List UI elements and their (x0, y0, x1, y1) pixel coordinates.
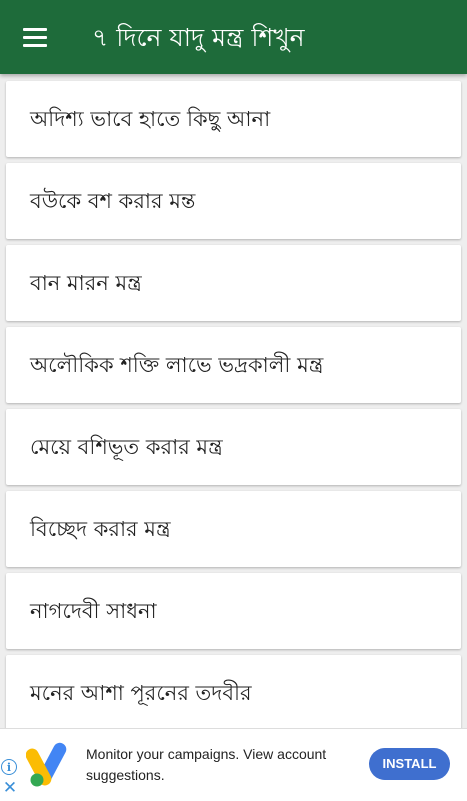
ad-close-icon[interactable]: ✕ (1, 779, 19, 797)
list-item-label: মেয়ে বশিভূত করার মন্ত্র (30, 435, 223, 459)
list-item[interactable]: বউকে বশ করার মন্ত (6, 163, 461, 239)
list-item-label: নাগদেবী সাধনা (30, 599, 157, 623)
list-item[interactable]: মেয়ে বশিভূত করার মন্ত্র (6, 409, 461, 485)
list-item-label: বউকে বশ করার মন্ত (30, 189, 196, 213)
topic-list[interactable]: অদিশ্য ভাবে হাতে কিছু আনা বউকে বশ করার ম… (0, 74, 467, 728)
menu-line (23, 36, 47, 39)
google-ads-logo-icon (26, 742, 67, 787)
ad-info-icon[interactable]: i (1, 759, 17, 775)
list-item-label: বান মারন মন্ত্র (30, 271, 142, 295)
menu-line (23, 28, 47, 31)
list-item-label: বিচ্ছেদ করার মন্ত্র (30, 517, 171, 541)
app-title: ৭ দিনে যাদু মন্ত্র শিখুন (92, 23, 305, 52)
list-item[interactable]: বিচ্ছেদ করার মন্ত্র (6, 491, 461, 567)
install-button[interactable]: INSTALL (369, 748, 450, 780)
hamburger-menu-icon[interactable] (20, 22, 52, 54)
ad-text: Monitor your campaigns. View account sug… (86, 746, 327, 783)
list-item[interactable]: নাগদেবী সাধনা (6, 573, 461, 649)
list-item[interactable]: বান মারন মন্ত্র (6, 245, 461, 321)
list-item[interactable]: মনের আশা পূরনের তদবীর (6, 655, 461, 728)
ad-banner[interactable]: i ✕ Monitor your campaigns. View account… (0, 728, 467, 801)
app-bar: ৭ দিনে যাদু মন্ত্র শিখুন (0, 0, 467, 74)
list-item-label: অলৌকিক শক্তি লাভে ভদ্রকালী মন্ত্র (30, 353, 324, 377)
list-item-label: অদিশ্য ভাবে হাতে কিছু আনা (30, 107, 271, 131)
list-item[interactable]: অলৌকিক শক্তি লাভে ভদ্রকালী মন্ত্র (6, 327, 461, 403)
list-item[interactable]: অদিশ্য ভাবে হাতে কিছু আনা (6, 81, 461, 157)
list-item-label: মনের আশা পূরনের তদবীর (30, 681, 252, 705)
menu-line (23, 44, 47, 47)
